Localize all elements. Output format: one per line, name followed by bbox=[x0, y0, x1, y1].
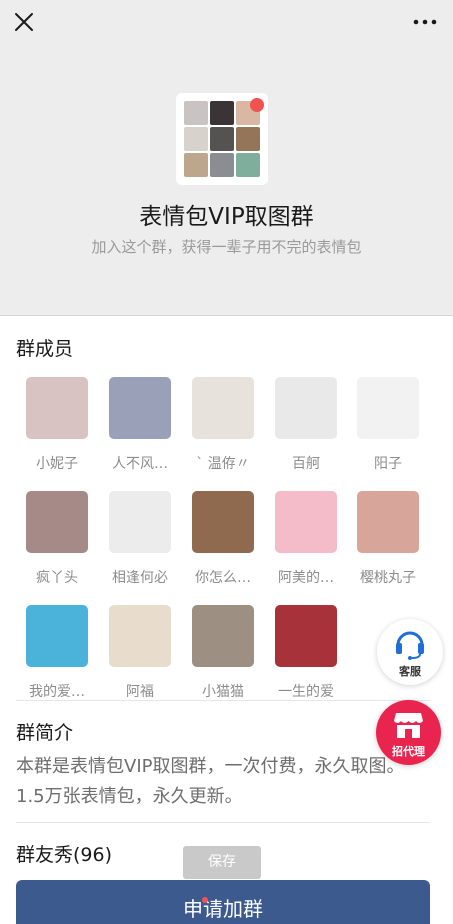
headset-icon bbox=[396, 631, 424, 660]
member-item[interactable]: ` 温侟〃 bbox=[187, 377, 259, 487]
member-name: 你怎么… bbox=[195, 570, 251, 586]
member-avatar bbox=[109, 605, 171, 667]
member-item[interactable]: 相逢何必 bbox=[104, 491, 176, 601]
divider bbox=[16, 700, 430, 701]
customer-service-button[interactable]: 客服 bbox=[377, 619, 443, 685]
member-avatar bbox=[26, 605, 88, 667]
member-avatar bbox=[26, 491, 88, 553]
member-item[interactable]: 阳子 bbox=[352, 377, 424, 487]
member-item[interactable]: 一生的爱 bbox=[270, 605, 342, 715]
close-icon[interactable] bbox=[10, 8, 38, 36]
member-name: 人不风… bbox=[112, 456, 168, 472]
group-avatar-tile bbox=[210, 101, 234, 125]
member-item[interactable]: 小猫猫 bbox=[187, 605, 259, 715]
member-name: 我的爱… bbox=[29, 684, 85, 700]
member-avatar bbox=[275, 605, 337, 667]
member-name: 阿美的… bbox=[278, 570, 334, 586]
member-name: 樱桃丸子 bbox=[360, 570, 416, 586]
intro-text: 本群是表情包VIP取图群，一次付费，永久取图。1.5万张表情包，永久更新。 bbox=[16, 756, 405, 807]
divider bbox=[16, 822, 430, 823]
member-item[interactable]: 你怎么… bbox=[187, 491, 259, 601]
member-item[interactable]: 人不风… bbox=[104, 377, 176, 487]
group-subtitle: 加入这个群，获得一辈子用不完的表情包 bbox=[91, 238, 362, 256]
recruit-agent-button[interactable]: 招代理 bbox=[376, 700, 441, 765]
member-avatar bbox=[192, 377, 254, 439]
show-section-title: 群友秀(96) bbox=[16, 844, 113, 866]
member-name: 相逢何必 bbox=[112, 570, 168, 586]
group-avatar-tile bbox=[236, 127, 260, 151]
members-section-title: 群成员 bbox=[16, 338, 74, 360]
apply-join-button[interactable]: 申请加群 bbox=[16, 880, 430, 924]
member-name: 小妮子 bbox=[36, 456, 78, 472]
top-bar bbox=[0, 0, 453, 44]
group-avatar-tile bbox=[210, 127, 234, 151]
group-avatar-tile bbox=[184, 127, 208, 151]
group-avatar-tile bbox=[184, 101, 208, 125]
member-item[interactable]: 阿美的… bbox=[270, 491, 342, 601]
group-avatar-tile bbox=[236, 153, 260, 177]
intro-section-title: 群简介 bbox=[16, 722, 74, 744]
member-item[interactable]: 百舸 bbox=[270, 377, 342, 487]
member-name: 阳子 bbox=[374, 456, 402, 472]
save-button[interactable]: 保存 bbox=[183, 846, 261, 879]
member-name: ` 温侟〃 bbox=[196, 456, 250, 472]
member-avatar bbox=[26, 377, 88, 439]
notification-dot bbox=[250, 98, 264, 112]
group-header: 表情包VIP取图群 加入这个群，获得一辈子用不完的表情包 bbox=[0, 44, 453, 316]
shop-icon bbox=[394, 713, 423, 738]
member-avatar bbox=[357, 491, 419, 553]
member-item[interactable]: 小妮子 bbox=[21, 377, 93, 487]
group-avatar-tile bbox=[210, 153, 234, 177]
member-avatar bbox=[192, 491, 254, 553]
member-item[interactable]: 阿福 bbox=[104, 605, 176, 715]
member-item[interactable]: 疯丫头 bbox=[21, 491, 93, 601]
member-avatar bbox=[109, 377, 171, 439]
recruit-agent-label: 招代理 bbox=[392, 745, 425, 758]
member-name: 阿福 bbox=[126, 684, 154, 700]
more-dots-icon[interactable] bbox=[411, 12, 439, 32]
member-item[interactable]: 樱桃丸子 bbox=[352, 491, 424, 601]
group-title: 表情包VIP取图群 bbox=[139, 204, 314, 230]
member-name: 一生的爱 bbox=[278, 684, 334, 700]
customer-service-label: 客服 bbox=[399, 665, 421, 678]
member-avatar bbox=[275, 491, 337, 553]
member-avatar bbox=[275, 377, 337, 439]
member-name: 疯丫头 bbox=[36, 570, 78, 586]
member-avatar bbox=[192, 605, 254, 667]
member-avatar bbox=[357, 377, 419, 439]
member-name: 百舸 bbox=[292, 456, 320, 472]
member-name: 小猫猫 bbox=[202, 684, 244, 700]
join-dot bbox=[202, 897, 208, 903]
member-avatar bbox=[109, 491, 171, 553]
member-item[interactable]: 我的爱… bbox=[21, 605, 93, 715]
group-avatar-tile bbox=[184, 153, 208, 177]
